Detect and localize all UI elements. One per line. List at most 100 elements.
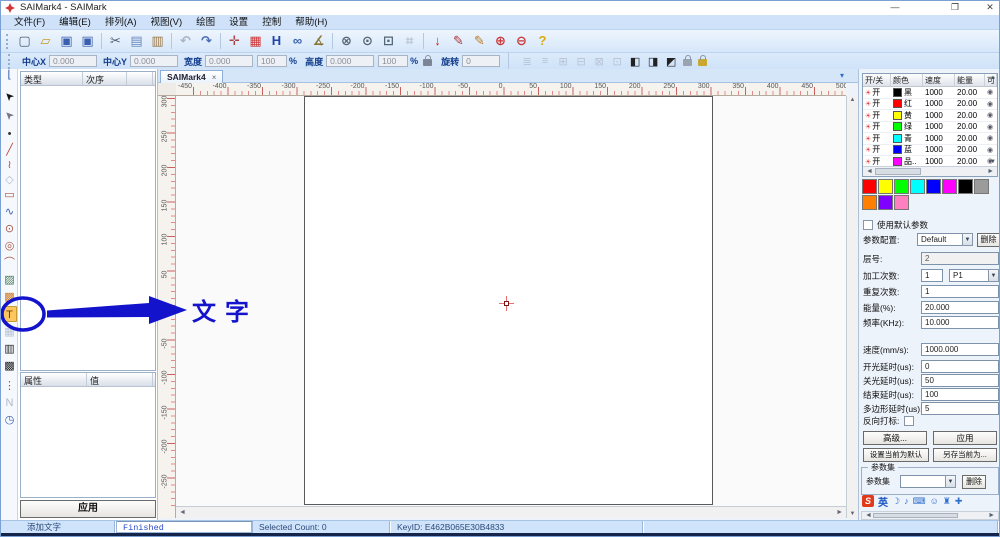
aspect-lock-icon[interactable] <box>423 59 432 66</box>
more-icon[interactable]: ✚ <box>955 496 963 507</box>
chevron-down-icon[interactable]: ▼ <box>945 475 956 488</box>
set-default-button[interactable]: 设置当前为默认 <box>863 448 929 462</box>
tab-close-icon[interactable]: × <box>212 73 217 82</box>
palette-swatch-1[interactable] <box>878 179 893 194</box>
align-vertical-icon[interactable]: ≡ <box>536 55 554 67</box>
polyline-tool[interactable]: ≀ <box>2 157 17 173</box>
pen-row[interactable]: ☀开青100020.00◉ <box>863 133 997 145</box>
paramset-select[interactable]: ▼ <box>900 475 956 488</box>
pen-row[interactable]: ☀开蓝100020.00◉ <box>863 145 997 157</box>
open-file-icon[interactable]: ▱ <box>35 32 56 50</box>
height-pct-field[interactable]: 100 <box>378 55 408 67</box>
point-tool[interactable]: • <box>2 126 17 142</box>
advanced-button[interactable]: 高级... <box>863 431 927 445</box>
width-field[interactable]: 0.000 <box>205 55 253 67</box>
preview-icon[interactable]: ∞ <box>287 32 308 50</box>
panel-h-scrollbar[interactable]: ◄ ► <box>861 511 999 520</box>
mirror-v-icon[interactable]: ⊡ <box>608 55 626 68</box>
param-field[interactable]: 1 <box>921 285 999 298</box>
rotate-field[interactable]: 0 <box>462 55 500 67</box>
apply-button[interactable]: 应用 <box>20 500 156 518</box>
param-field[interactable]: 100 <box>921 388 999 401</box>
scroll-thumb[interactable] <box>875 168 921 175</box>
transform-icon[interactable]: ⌗ <box>399 32 420 50</box>
use-default-checkbox[interactable] <box>863 220 873 230</box>
palette-swatch-3[interactable] <box>910 179 925 194</box>
palette-swatch-9[interactable] <box>878 195 893 210</box>
measure-icon[interactable]: ∡ <box>308 32 329 50</box>
new-file-icon[interactable]: ▢ <box>14 32 35 50</box>
wave-tool[interactable]: ∿ <box>2 204 17 220</box>
polygon-tool[interactable]: ◇ <box>2 172 17 188</box>
pen-scroll-down-icon[interactable]: ▼ <box>990 159 996 165</box>
align-horizontal-icon[interactable]: ≣ <box>518 55 536 68</box>
menu-item-2[interactable]: 排列(A) <box>98 15 144 30</box>
copy-icon[interactable]: ▤ <box>126 32 147 50</box>
ungroup-icon[interactable]: ◨ <box>644 55 662 68</box>
pen-scroll-up-icon[interactable]: ▲ <box>990 75 996 81</box>
param-field[interactable]: 5 <box>921 402 999 415</box>
ime-mode-indicator[interactable]: 英 <box>878 494 888 509</box>
mark-pen2-icon[interactable]: ✎ <box>469 32 490 50</box>
canvas[interactable] <box>176 96 846 506</box>
pen-row[interactable]: ☀开绿100020.00◉ <box>863 122 997 134</box>
mark-params-icon[interactable]: H <box>266 32 287 50</box>
combine-icon[interactable]: ◩ <box>662 55 680 68</box>
save-icon[interactable]: ▣ <box>56 32 77 50</box>
qrcode-tool[interactable]: ▩ <box>2 358 17 374</box>
center-y-field[interactable]: 0.000 <box>130 55 178 67</box>
palette-swatch-8[interactable] <box>862 195 877 210</box>
maximize-button[interactable]: ❐ <box>945 1 965 14</box>
menu-item-7[interactable]: 帮助(H) <box>288 15 334 30</box>
center-x-field[interactable]: 0.000 <box>49 55 97 67</box>
redo-icon[interactable]: ↷ <box>196 32 217 50</box>
h-scrollbar[interactable]: ◄ ► <box>176 506 846 518</box>
scroll-down-icon[interactable]: ▼ <box>847 511 858 517</box>
text-tool[interactable]: T <box>2 306 17 322</box>
palette-swatch-2[interactable] <box>894 179 909 194</box>
param-config-select[interactable]: Default ▼ <box>917 233 973 246</box>
menu-item-3[interactable]: 视图(V) <box>143 15 189 30</box>
scroll-right-icon[interactable]: ► <box>836 507 843 518</box>
group-icon[interactable]: ◧ <box>626 55 644 68</box>
pen-h-scrollbar[interactable]: ◄ ► <box>863 166 997 176</box>
param-field[interactable]: 1 <box>921 269 943 282</box>
size-match-icon[interactable]: ⊟ <box>572 55 590 68</box>
keyboard-icon[interactable]: ⌨ <box>913 496 926 507</box>
param-combo[interactable]: P1▼ <box>949 269 999 282</box>
delete-paramset-button[interactable]: 删除 <box>962 475 986 489</box>
menu-item-6[interactable]: 控制 <box>255 15 288 30</box>
chevron-down-icon[interactable]: ▼ <box>988 269 999 282</box>
height-field[interactable]: 0.000 <box>326 55 374 67</box>
delete-config-button[interactable]: 删除 <box>977 233 1000 247</box>
barcode-tool[interactable]: ▥ <box>2 341 17 357</box>
bitmap-tool[interactable]: ▨ <box>2 272 17 288</box>
scroll-thumb[interactable] <box>873 513 958 518</box>
reverse-mark-checkbox[interactable] <box>904 416 914 426</box>
menu-item-1[interactable]: 编辑(E) <box>52 15 98 30</box>
cut-icon[interactable]: ✂ <box>105 32 126 50</box>
close-button[interactable]: ✕ <box>980 1 1000 14</box>
hatch-edit-tool[interactable]: ▦ <box>2 324 17 340</box>
arc-tool[interactable]: ⌒ <box>2 255 17 271</box>
node-edit-tool[interactable]: ⌊ <box>2 67 17 83</box>
mark-pen1-icon[interactable]: ✎ <box>448 32 469 50</box>
param-field[interactable]: 50 <box>921 374 999 387</box>
person-icon[interactable]: ☺ <box>930 496 939 506</box>
delay-tool[interactable]: ◷ <box>2 412 17 428</box>
ellipse-tool[interactable]: ◎ <box>2 238 17 254</box>
n-tool[interactable]: N <box>2 395 17 411</box>
paste-icon[interactable]: ▥ <box>147 32 168 50</box>
mic-icon[interactable]: ♪ <box>904 496 909 506</box>
apply-params-button[interactable]: 应用 <box>933 431 997 445</box>
scroll-up-icon[interactable]: ▲ <box>847 97 858 103</box>
pen-adjust-icon[interactable]: ✛ <box>224 32 245 50</box>
rect-tool[interactable]: ▭ <box>2 187 17 203</box>
tab-dropdown-icon[interactable]: ▾ <box>840 71 844 80</box>
hatch-icon[interactable]: ▦ <box>245 32 266 50</box>
help-icon[interactable]: ? <box>532 32 553 50</box>
chevron-down-icon[interactable]: ▼ <box>962 233 973 246</box>
unlock-icon[interactable] <box>698 59 707 66</box>
save-as-button[interactable]: 另存当前为... <box>933 448 997 462</box>
circle-tool[interactable]: ⊙ <box>2 221 17 237</box>
